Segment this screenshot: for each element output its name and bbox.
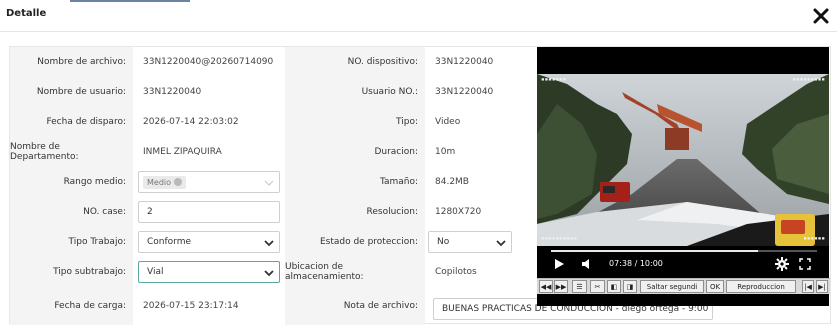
row-tipo-trabajo: Tipo Trabajo: Conforme Estado de protecc… [10,227,533,257]
estado-proteccion-selected: No [437,237,450,247]
video-time: 07:38 / 10:00 [609,259,663,268]
skip-last-icon[interactable]: ▶| [816,280,828,293]
duracion-label: Duracion: [285,137,425,167]
rango-medio-select[interactable]: Medio [138,171,280,193]
ok-button[interactable]: OK [706,280,724,293]
row-no-case: NO. case: 2 Resolucion: 1280X720 [10,197,533,227]
saltar-segundos-input[interactable]: Saltar segundi [640,280,704,293]
osd-bottom-left: ▪▪▪▪▪▪▪▪▪▪ [541,235,578,242]
detail-grid: Nombre de archivo: 33N1220040@2026071409… [10,47,533,325]
tag-remove-icon[interactable] [174,178,183,186]
play-icon[interactable] [553,258,565,270]
osd-bottom-right: ▪▪▪▪▪▪ [803,235,825,242]
dialog-titlebar: Detalle [0,0,837,32]
departamento-value: INMEL ZIPAQUIRA [133,137,285,167]
departamento-label: Nombre de Departamento: [10,137,133,167]
frame-forward-icon[interactable]: ◨ [623,280,637,293]
video-player[interactable]: ▪▪▪▪▪▪▪ ▪▪▪▪▪▪▪▪▪ ▪▪▪▪▪▪▪▪▪▪ ▪▪▪▪▪▪ 07:3… [537,47,829,306]
scissors-icon[interactable]: ✂ [590,280,605,293]
rango-medio-tag-label: Medio [147,177,172,187]
close-icon[interactable] [813,8,829,24]
ubicacion-value: Copilotos [425,257,533,287]
tipo-trabajo-select[interactable]: Conforme [138,231,280,253]
detail-panel: Nombre de archivo: 33N1220040@2026071409… [9,46,831,325]
osd-top-left: ▪▪▪▪▪▪▪ [541,76,567,83]
video-frame-image [537,74,829,246]
fecha-disparo-value: 2026-07-14 22:03:02 [133,107,285,137]
no-case-input[interactable]: 2 [138,201,280,223]
skip-first-icon[interactable]: |◀ [802,280,814,293]
fecha-carga-value: 2026-07-15 23:17:14 [133,287,285,325]
tipo-subtrabajo-label: Tipo subtrabajo: [10,257,133,287]
duracion-value: 10m [425,137,533,167]
nombre-usuario-value: 33N1220040 [133,77,285,107]
no-dispositivo-label: NO. dispositivo: [285,47,425,77]
tipo-trabajo-label: Tipo Trabajo: [10,227,133,257]
chevron-down-icon [264,240,274,247]
fecha-carga-label: Fecha de carga: [10,287,133,325]
fecha-disparo-label: Fecha de disparo: [10,107,133,137]
tamano-value: 84.2MB [425,167,533,197]
no-dispositivo-value: 33N1220040 [425,47,533,77]
nombre-usuario-label: Nombre de usuario: [10,77,133,107]
tipo-subtrabajo-select[interactable]: Vial [138,261,280,283]
no-case-label: NO. case: [10,197,133,227]
dialog-title: Detalle [6,8,47,19]
row-tipo-subtrabajo: Tipo subtrabajo: Vial Ubicacion de almac… [10,257,533,287]
row-nombre-usuario: Nombre de usuario: 33N1220040 Usuario NO… [10,77,533,107]
gear-icon[interactable] [775,257,789,271]
estado-proteccion-label: Estado de proteccion: [285,227,425,257]
row-fecha-disparo: Fecha de disparo: 2026-07-14 22:03:02 Ti… [10,107,533,137]
nota-archivo-label: Nota de archivo: [285,287,425,325]
tamano-label: Tamaño: [285,167,425,197]
top-accent-strip [70,0,190,2]
ubicacion-label: Ubicacion de almacenamiento: [285,257,425,287]
estado-proteccion-select[interactable]: No [428,231,512,253]
tipo-trabajo-selected: Conforme [147,237,192,247]
nombre-archivo-label: Nombre de archivo: [10,47,133,77]
video-progress-bar[interactable] [551,250,817,252]
rango-medio-cell: Medio [133,167,285,197]
chevron-down-icon [496,240,506,247]
tipo-subtrabajo-cell: Vial [133,257,285,287]
tipo-value: Video [425,107,533,137]
fast-forward-icon[interactable]: ▶▶ [554,280,568,293]
reproduccion-button[interactable]: Reproduccion [726,280,796,293]
resolucion-label: Resolucion: [285,197,425,227]
row-nombre-archivo: Nombre de archivo: 33N1220040@2026071409… [10,47,533,77]
osd-top-right: ▪▪▪▪▪▪▪▪▪ [792,76,825,83]
row-departamento: Nombre de Departamento: INMEL ZIPAQUIRA … [10,137,533,167]
player-toolbar: ◀◀ ▶▶ ☰ ✂ ◧ ◨ Saltar segundi OK Reproduc… [537,278,830,294]
nombre-archivo-value: 33N1220040@20260714090 [133,47,285,77]
fullscreen-icon[interactable] [799,258,811,270]
chevron-down-icon [264,270,274,277]
row-rango-medio: Rango medio: Medio Tamaño: 84.2MB [10,167,533,197]
volume-icon[interactable] [581,258,593,270]
no-case-cell: 2 [133,197,285,227]
video-frame[interactable]: ▪▪▪▪▪▪▪ ▪▪▪▪▪▪▪▪▪ ▪▪▪▪▪▪▪▪▪▪ ▪▪▪▪▪▪ [537,74,829,246]
usuario-no-value: 33N1220040 [425,77,533,107]
list-icon[interactable]: ☰ [572,280,587,293]
usuario-no-label: Usuario NO.: [285,77,425,107]
estado-proteccion-cell: No [425,227,533,257]
rango-medio-tag: Medio [143,175,187,189]
tipo-label: Tipo: [285,107,425,137]
tipo-subtrabajo-selected: Vial [147,267,164,277]
frame-back-icon[interactable]: ◧ [607,280,621,293]
video-progress-fill [551,250,759,252]
resolucion-value: 1280X720 [425,197,533,227]
rango-medio-label: Rango medio: [10,167,133,197]
tipo-trabajo-cell: Conforme [133,227,285,257]
rewind-icon[interactable]: ◀◀ [539,280,553,293]
chevron-down-icon [264,180,274,186]
